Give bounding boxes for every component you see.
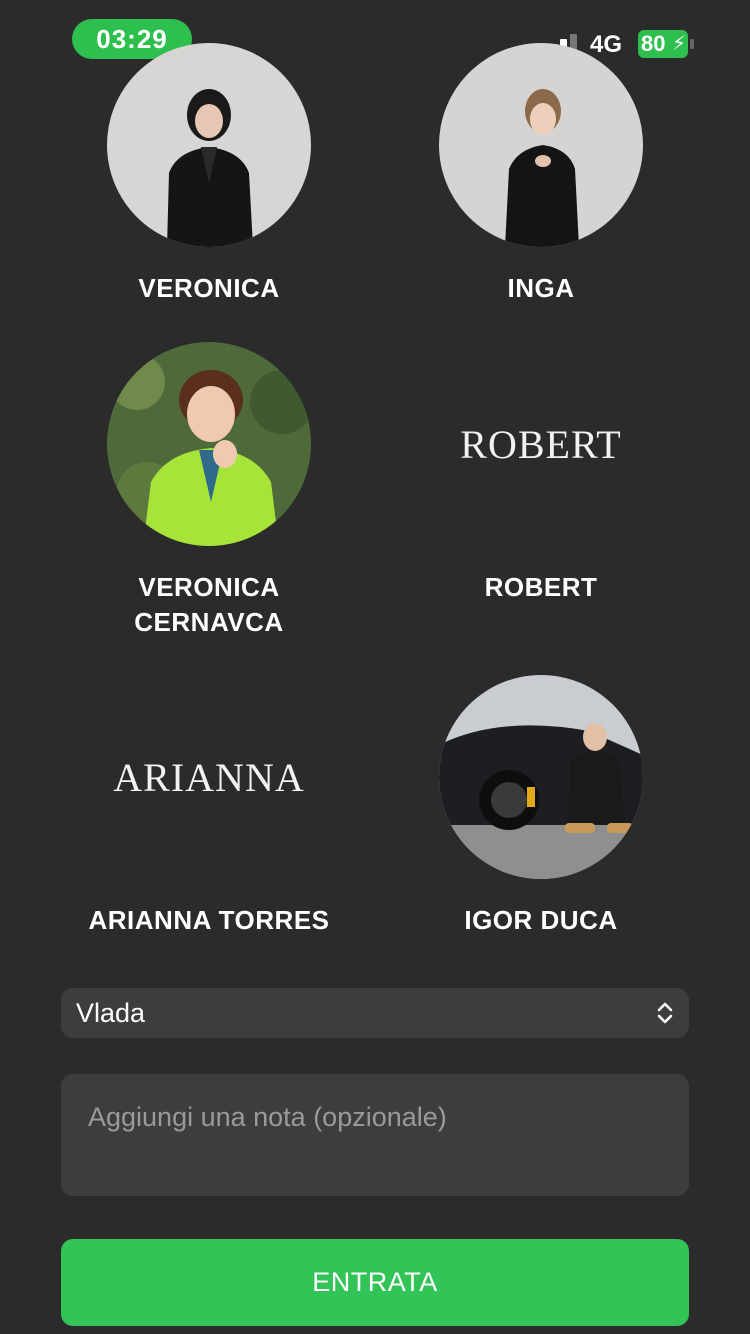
avatar-igor-duca: [439, 675, 643, 879]
staff-card-robert[interactable]: ROBERT ROBERT: [391, 342, 691, 605]
staff-name: INGA: [507, 273, 575, 303]
staff-name: ROBERT: [484, 572, 598, 602]
staff-name: IGOR DUCA: [464, 905, 618, 935]
staff-card-igor-duca[interactable]: IGOR DUCA: [391, 675, 691, 938]
avatar-veronica: [107, 43, 311, 247]
staff-name-line: VERONICA: [138, 572, 280, 602]
staff-card-arianna-torres[interactable]: ARIANNA ARIANNA TORRES: [59, 675, 359, 938]
avatar-arianna-logo: ARIANNA: [113, 754, 305, 800]
avatar-inga: [439, 43, 643, 247]
note-field[interactable]: [61, 1074, 689, 1196]
staff-card-veronica-cernavca[interactable]: VERONICA CERNAVCA: [59, 342, 359, 640]
staff-card-veronica[interactable]: VERONICA: [59, 43, 359, 306]
entrata-button[interactable]: ENTRATA: [61, 1239, 689, 1326]
avatar-robert-logo: ROBERT: [460, 421, 622, 467]
staff-select-value: Vlada: [76, 998, 146, 1028]
chevron-up-down-icon: [657, 1002, 673, 1024]
staff-name-line: CERNAVCA: [134, 607, 284, 637]
staff-name: ARIANNA TORRES: [88, 905, 330, 935]
staff-card-inga[interactable]: INGA: [391, 43, 691, 306]
staff-name: VERONICA: [138, 273, 280, 303]
checkin-screen: 03:29 4G 80 ⚡ VERONICA INGA VERONICA CER…: [0, 0, 750, 1334]
avatar-veronica-cernavca: [107, 342, 311, 546]
staff-name: VERONICA CERNAVCA: [59, 570, 359, 640]
staff-select[interactable]: Vlada: [61, 988, 689, 1038]
